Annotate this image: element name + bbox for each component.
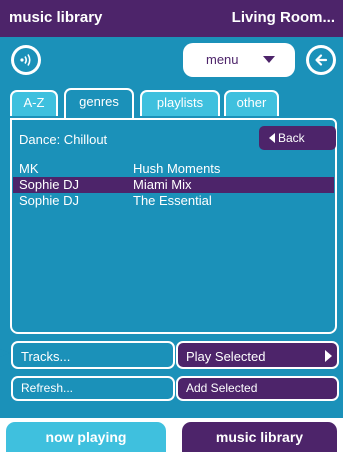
- back-label: Back: [278, 131, 305, 145]
- menu-button[interactable]: menu: [183, 43, 295, 77]
- artist-name: Sophie DJ: [19, 177, 79, 192]
- menu-label: menu: [206, 52, 239, 67]
- play-selected-label: Play Selected: [186, 349, 266, 364]
- music-library-tab[interactable]: music library: [182, 422, 337, 452]
- zone-title[interactable]: Living Room...: [232, 9, 335, 26]
- add-selected-button[interactable]: Add Selected: [176, 376, 339, 401]
- title-bar: music library Living Room...: [0, 0, 343, 37]
- tab-a-z[interactable]: A-Z: [10, 90, 58, 116]
- album-name: The Essential: [133, 193, 212, 208]
- tab-playlists[interactable]: playlists: [140, 90, 220, 116]
- album-name: Hush Moments: [133, 161, 221, 176]
- artist-name: Sophie DJ: [19, 193, 79, 208]
- add-selected-label: Add Selected: [186, 381, 258, 395]
- play-selected-button[interactable]: Play Selected: [176, 341, 339, 369]
- play-arrow-icon: [325, 350, 332, 362]
- tracks-label: Tracks...: [21, 349, 71, 364]
- album-name: Miami Mix: [133, 177, 192, 192]
- genre-heading: Dance: Chillout: [19, 132, 108, 147]
- browse-list-panel: Dance: Chillout Back MK Hush Moments Sop…: [10, 118, 337, 334]
- artist-name: MK: [19, 161, 39, 176]
- back-arrow-button[interactable]: [306, 45, 336, 75]
- speaker-waves-icon: [14, 48, 38, 72]
- back-button[interactable]: Back: [259, 126, 336, 150]
- left-arrow-icon: [309, 48, 333, 72]
- app-title: music library: [9, 9, 103, 26]
- tab-other[interactable]: other: [224, 90, 279, 116]
- refresh-button[interactable]: Refresh...: [11, 376, 175, 401]
- list-item-selected[interactable]: Sophie DJ Miami Mix: [13, 177, 334, 193]
- list-item[interactable]: Sophie DJ The Essential: [13, 193, 334, 209]
- volume-button[interactable]: [11, 45, 41, 75]
- back-triangle-icon: [269, 133, 275, 143]
- list-item[interactable]: MK Hush Moments: [13, 161, 334, 177]
- now-playing-tab[interactable]: now playing: [6, 422, 166, 452]
- chevron-down-icon: [263, 56, 275, 63]
- refresh-label: Refresh...: [21, 381, 74, 395]
- tracks-button[interactable]: Tracks...: [11, 341, 175, 369]
- tab-genres[interactable]: genres: [64, 88, 134, 118]
